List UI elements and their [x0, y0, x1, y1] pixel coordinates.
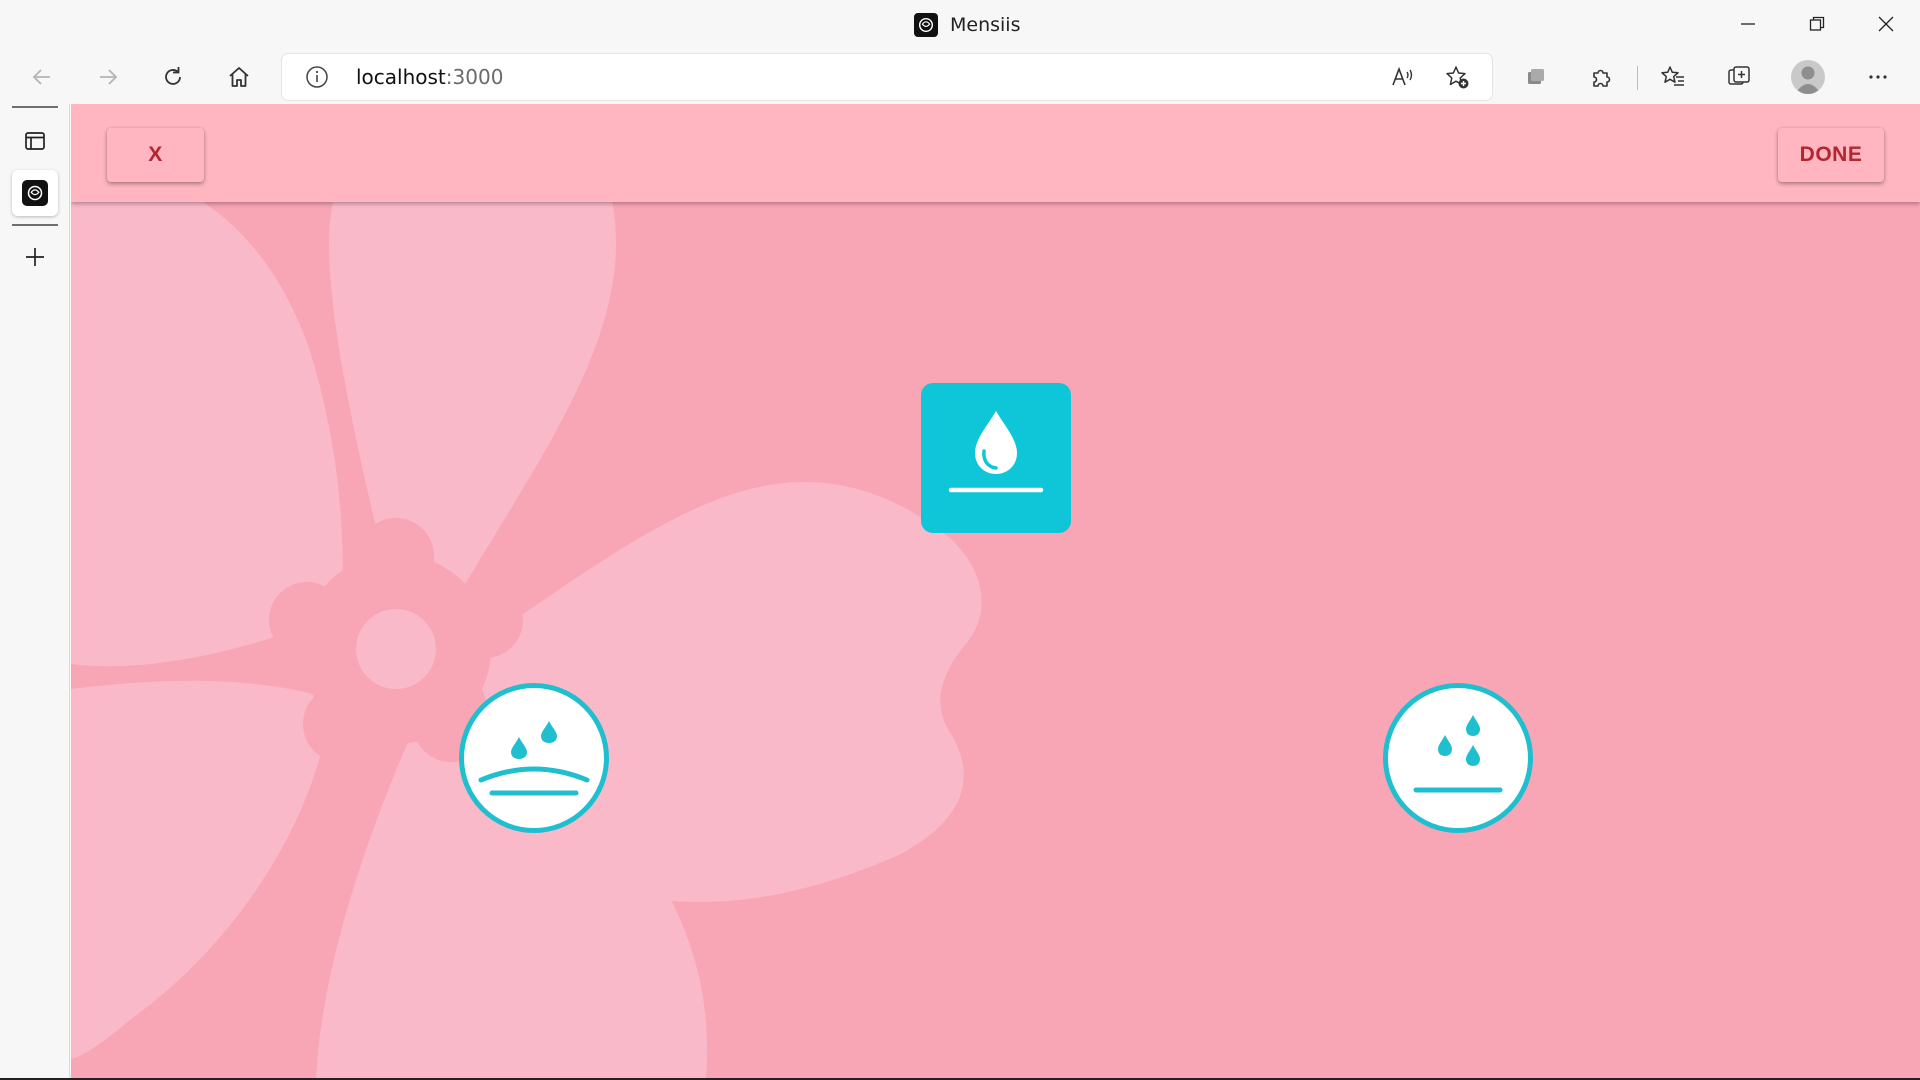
- tab-actions-icon: [25, 132, 45, 150]
- tab-mensiis[interactable]: [12, 170, 58, 216]
- browser-toolbar: localhost:3000: [0, 50, 1920, 104]
- more-button[interactable]: [1857, 56, 1899, 98]
- title-bar: Mensiis: [0, 0, 1920, 50]
- refresh-button[interactable]: [152, 56, 194, 98]
- profile-icon: [1795, 66, 1821, 94]
- mensiis-favicon-icon: [914, 13, 938, 37]
- address-host: localhost: [356, 65, 446, 89]
- refresh-icon: [165, 67, 181, 85]
- address-bar[interactable]: localhost:3000: [282, 54, 1492, 100]
- app-header: X DONE: [71, 104, 1920, 202]
- favorites-icon: [1661, 66, 1684, 86]
- mensiis-tab-icon: [22, 180, 48, 206]
- add-favorite-icon: [1446, 66, 1469, 89]
- collections-button[interactable]: [1718, 56, 1760, 98]
- back-button[interactable]: [21, 56, 63, 98]
- forward-button[interactable]: [87, 56, 129, 98]
- close-window-button[interactable]: [1851, 0, 1920, 48]
- sidebar-divider: [12, 106, 58, 108]
- address-text[interactable]: localhost:3000: [356, 65, 503, 89]
- add-favorite-button[interactable]: [1442, 62, 1472, 92]
- sidebar-divider: [12, 224, 58, 226]
- home-button[interactable]: [218, 56, 260, 98]
- home-icon: [229, 67, 249, 87]
- close-button[interactable]: X: [107, 128, 204, 182]
- mood-option-neutral[interactable]: [1383, 683, 1533, 833]
- workspaces-icon: [1528, 69, 1544, 84]
- site-info-icon[interactable]: [304, 64, 330, 90]
- minimize-icon: [1740, 23, 1755, 25]
- flow-option-tile[interactable]: [921, 383, 1071, 533]
- sad-face-tears-icon: [478, 721, 590, 796]
- favorites-button[interactable]: [1652, 56, 1694, 98]
- read-aloud-icon: [1392, 66, 1413, 86]
- mood-option-sad[interactable]: [459, 683, 609, 833]
- blood-drop-icon: [948, 411, 1044, 493]
- extensions-button[interactable]: [1580, 56, 1622, 98]
- window-title-group: Mensiis: [914, 13, 1020, 37]
- workspaces-button[interactable]: [1515, 56, 1557, 98]
- tab-actions-button[interactable]: [12, 118, 58, 164]
- neutral-face-tears-icon: [1413, 715, 1503, 793]
- restore-icon: [1809, 16, 1824, 31]
- more-icon: [1869, 75, 1887, 79]
- vertical-tab-strip: [0, 104, 70, 1080]
- toolbar-separator: [1637, 66, 1638, 90]
- forward-icon: [100, 69, 118, 85]
- done-button[interactable]: DONE: [1778, 128, 1884, 182]
- collections-icon: [1728, 66, 1750, 85]
- window-title: Mensiis: [950, 14, 1021, 36]
- close-icon: [1878, 16, 1893, 32]
- profile-button[interactable]: [1791, 60, 1825, 94]
- address-port: :3000: [445, 65, 504, 89]
- minimize-button[interactable]: [1713, 0, 1782, 48]
- extensions-icon: [1593, 69, 1611, 87]
- back-icon: [32, 69, 50, 85]
- flower-background-image: [71, 104, 982, 1080]
- new-tab-button[interactable]: [12, 234, 58, 280]
- window-controls: [1713, 0, 1920, 48]
- read-aloud-button[interactable]: [1388, 62, 1418, 92]
- new-tab-icon: [26, 248, 44, 266]
- restore-button[interactable]: [1782, 0, 1851, 48]
- app-viewport: X DONE: [71, 104, 1920, 1080]
